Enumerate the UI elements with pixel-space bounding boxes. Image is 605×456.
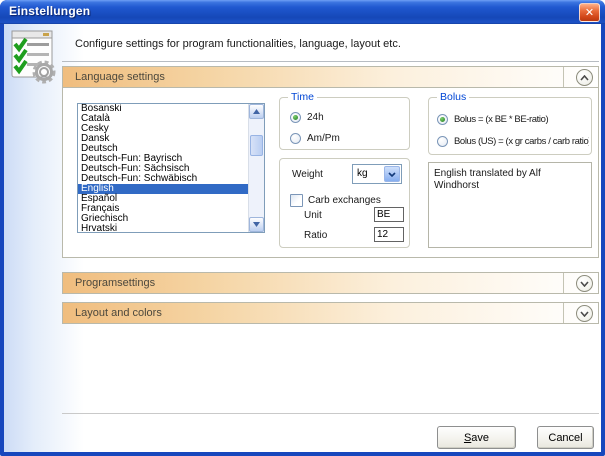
weight-value: kg — [357, 168, 368, 179]
footer-separator — [62, 413, 599, 414]
gear-icon — [35, 63, 53, 81]
section-label: Programsettings — [63, 277, 155, 289]
language-list: BosanskiCatalàCeskyDanskDeutschDeutsch-F… — [78, 104, 248, 232]
radio-24h-label[interactable]: 24h — [307, 112, 324, 123]
radio-bolus-be[interactable] — [437, 114, 448, 125]
unit-input[interactable] — [374, 207, 404, 222]
time-group-title: Time — [288, 91, 317, 103]
language-listbox[interactable]: BosanskiCatalàCeskyDanskDeutschDeutsch-F… — [77, 103, 265, 233]
bar-divider — [563, 273, 564, 293]
bar-divider — [563, 303, 564, 323]
header-separator — [62, 61, 599, 62]
language-list-item[interactable]: Hrvatski — [78, 224, 248, 233]
window-title: Einstellungen — [9, 4, 90, 18]
chevron-up-icon — [580, 75, 589, 81]
settings-icon — [11, 29, 57, 85]
dialog-body: Configure settings for program functiona… — [4, 24, 601, 452]
ratio-label: Ratio — [304, 230, 327, 241]
triangle-up-icon — [253, 109, 260, 114]
radio-ampm-label[interactable]: Am/Pm — [307, 133, 340, 144]
time-group: Time 24h Am/Pm — [279, 97, 410, 150]
radio-bolus-us-label[interactable]: Bolus (US) = (x gr carbs / carb ratio) — [454, 136, 589, 147]
language-list-scrollbar[interactable] — [248, 104, 264, 232]
close-button[interactable]: ✕ — [579, 3, 600, 22]
translation-note: English translated by Alf Windhorst — [434, 168, 541, 191]
radio-bolus-be-label[interactable]: Bolus = (x BE * BE-ratio) — [454, 114, 548, 125]
section-header-programsettings[interactable]: Programsettings — [62, 272, 599, 294]
bolus-group-title: Bolus — [437, 91, 469, 103]
scrollbar-thumb[interactable] — [250, 135, 263, 156]
chevron-down-icon — [580, 311, 589, 317]
header-description: Configure settings for program functiona… — [75, 38, 401, 50]
radio-bolus-us[interactable] — [437, 136, 448, 147]
carb-exchanges-checkbox[interactable] — [290, 194, 303, 207]
collapse-language-settings-button[interactable] — [576, 69, 593, 86]
settings-dialog: Einstellungen ✕ — [0, 0, 605, 456]
triangle-down-icon — [253, 222, 260, 227]
bar-divider — [563, 67, 564, 87]
ratio-input[interactable] — [374, 227, 404, 242]
section-header-layout-and-colors[interactable]: Layout and colors — [62, 302, 599, 324]
scroll-up-button[interactable] — [249, 104, 264, 119]
scroll-down-button[interactable] — [249, 217, 264, 232]
weight-label: Weight — [292, 169, 323, 180]
expand-programsettings-button[interactable] — [576, 275, 593, 292]
radio-ampm[interactable] — [290, 133, 301, 144]
cancel-button[interactable]: Cancel — [537, 426, 594, 449]
weight-combobox[interactable]: kg — [352, 164, 402, 184]
radio-24h[interactable] — [290, 112, 301, 123]
unit-label: Unit — [304, 210, 322, 221]
chevron-down-icon[interactable] — [384, 166, 400, 182]
section-label: Layout and colors — [63, 307, 162, 319]
bolus-group: Bolus Bolus = (x BE * BE-ratio) Bolus (U… — [428, 97, 592, 155]
weight-group: Weight kg Carb exchanges Unit Ratio — [279, 158, 410, 248]
close-icon: ✕ — [585, 7, 594, 19]
save-button[interactable]: Save — [437, 426, 516, 449]
chevron-down-icon — [580, 281, 589, 287]
expand-layout-and-colors-button[interactable] — [576, 305, 593, 322]
titlebar[interactable]: Einstellungen ✕ — [0, 0, 605, 24]
carb-exchanges-label[interactable]: Carb exchanges — [308, 195, 381, 206]
translation-note-box: English translated by Alf Windhorst — [428, 162, 592, 248]
language-settings-panel: BosanskiCatalàCeskyDanskDeutschDeutsch-F… — [62, 88, 599, 258]
section-header-language-settings[interactable]: Language settings — [62, 66, 599, 88]
section-label: Language settings — [63, 71, 165, 83]
